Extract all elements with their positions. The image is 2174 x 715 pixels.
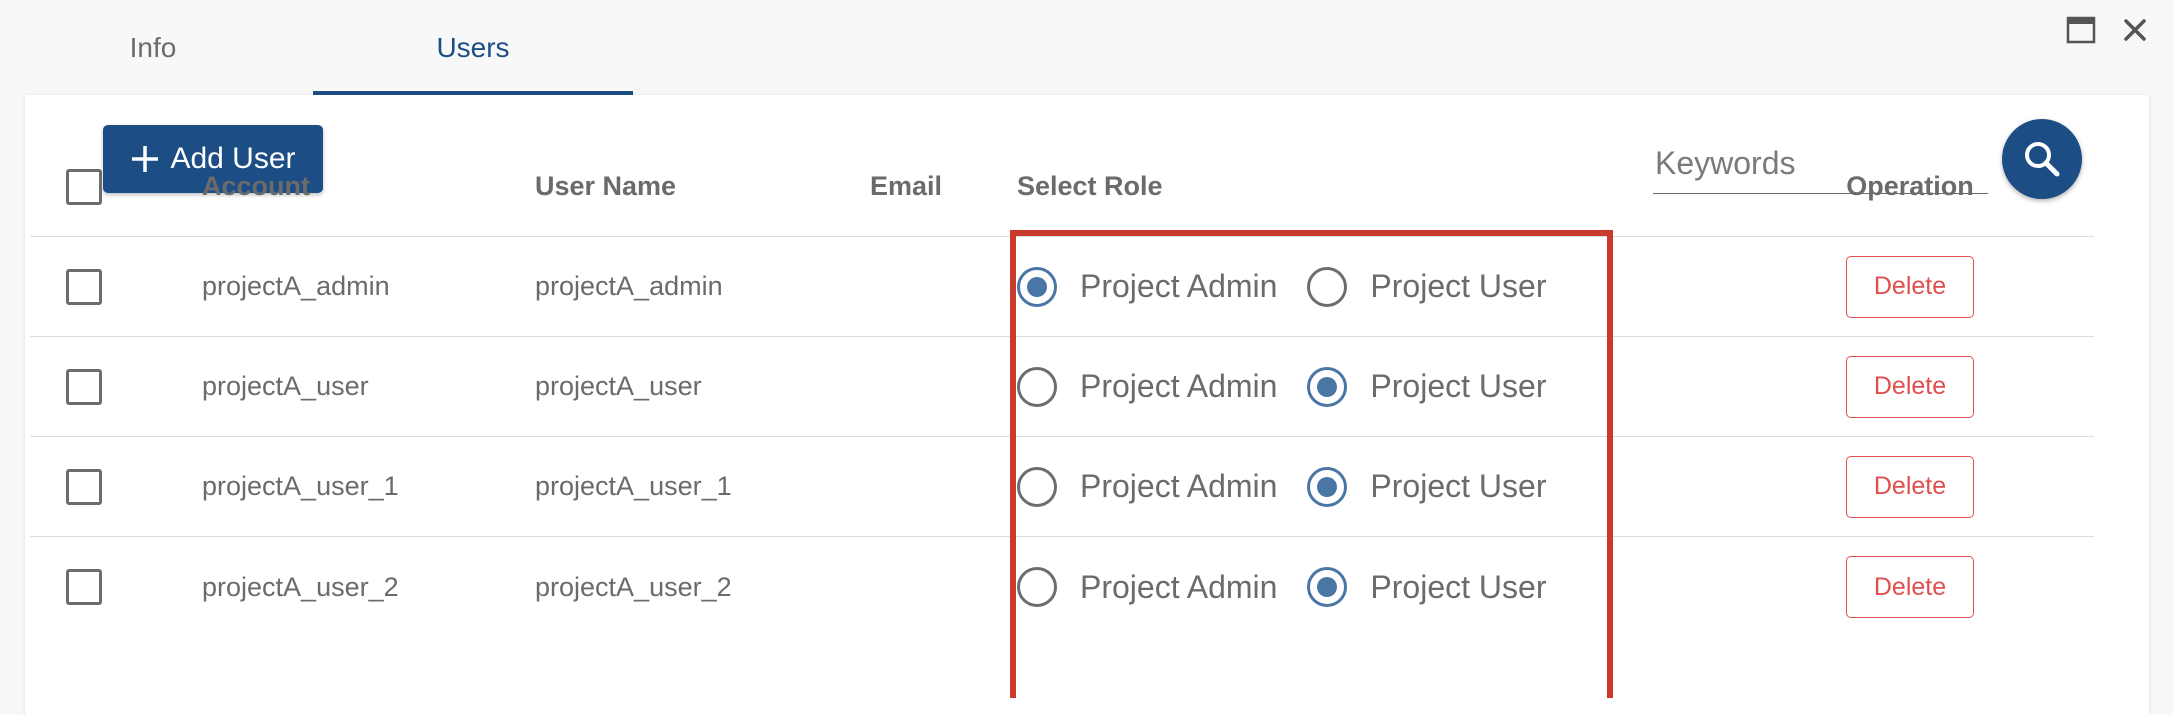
tab-users[interactable]: Users (313, 0, 633, 95)
account-cell: projectA_admin (202, 271, 390, 301)
row-checkbox[interactable] (66, 368, 102, 405)
operation-cell: Delete (1810, 237, 2010, 336)
row-checkbox-cell (66, 437, 106, 536)
header-operation: Operation (1846, 171, 1974, 201)
role-label: Project User (1370, 468, 1547, 504)
role-cell: Project Admin Project User (1017, 237, 1546, 336)
role-option-project-admin[interactable]: Project Admin (1017, 466, 1278, 507)
role-label: Project User (1370, 368, 1547, 404)
account-cell: projectA_user (202, 371, 369, 401)
table-row: projectA_user projectA_user Project Admi… (30, 337, 2094, 437)
role-option-project-user[interactable]: Project User (1307, 266, 1547, 307)
delete-button[interactable]: Delete (1846, 556, 1974, 618)
radio-checked-icon (1307, 466, 1348, 507)
role-option-project-admin[interactable]: Project Admin (1017, 366, 1278, 407)
operation-cell: Delete (1810, 337, 2010, 436)
header-checkbox-cell (66, 137, 106, 236)
header-select-role: Select Role (1017, 171, 1163, 201)
header-account: Account (202, 171, 310, 201)
row-checkbox-cell (66, 337, 106, 436)
role-label: Project User (1370, 568, 1547, 605)
role-option-project-admin[interactable]: Project Admin (1017, 266, 1278, 307)
maximize-icon[interactable] (2066, 16, 2096, 44)
user-name-cell: projectA_admin (535, 271, 723, 301)
delete-button[interactable]: Delete (1846, 455, 1974, 518)
radio-unchecked-icon (1017, 567, 1057, 607)
account-cell: projectA_user_1 (202, 471, 399, 501)
role-label: Project Admin (1080, 568, 1278, 605)
radio-checked-icon (1017, 266, 1057, 307)
user-name-cell: projectA_user (535, 371, 702, 401)
role-option-project-admin[interactable]: Project Admin (1017, 567, 1277, 607)
delete-button[interactable]: Delete (1846, 355, 1974, 418)
header-user-name: User Name (535, 171, 677, 201)
row-checkbox-cell (66, 237, 106, 336)
table-row: projectA_admin projectA_admin Project Ad… (30, 237, 2094, 337)
table-row: projectA_user_2 projectA_user_2 Project … (30, 537, 2094, 637)
tab-bar: Info Users (0, 0, 2174, 95)
role-option-project-user[interactable]: Project User (1307, 466, 1547, 507)
tab-info[interactable]: Info (33, 0, 273, 95)
radio-unchecked-icon (1017, 466, 1057, 507)
row-checkbox-cell (66, 537, 106, 637)
role-label: Project User (1370, 268, 1547, 304)
role-label: Project Admin (1080, 268, 1278, 304)
row-checkbox[interactable] (66, 268, 102, 305)
role-cell: Project Admin Project User (1017, 537, 1546, 637)
operation-cell: Delete (1810, 537, 2010, 637)
user-name-cell: projectA_user_2 (535, 571, 732, 602)
row-checkbox[interactable] (66, 569, 102, 605)
close-icon[interactable] (2122, 16, 2148, 44)
account-cell: projectA_user_2 (202, 571, 399, 602)
operation-cell: Delete (1810, 437, 2010, 536)
role-cell: Project Admin Project User (1017, 437, 1546, 536)
radio-checked-icon (1307, 366, 1348, 407)
radio-unchecked-icon (1307, 266, 1348, 307)
role-option-project-user[interactable]: Project User (1307, 567, 1546, 607)
role-cell: Project Admin Project User (1017, 337, 1546, 436)
role-option-project-user[interactable]: Project User (1307, 366, 1547, 407)
select-all-checkbox[interactable] (66, 168, 102, 205)
radio-unchecked-icon (1017, 366, 1057, 407)
row-checkbox[interactable] (66, 468, 102, 505)
role-label: Project Admin (1080, 468, 1278, 504)
role-label: Project Admin (1080, 368, 1278, 404)
header-email: Email (870, 171, 943, 201)
delete-button[interactable]: Delete (1846, 255, 1974, 318)
table-header: Account User Name Email Select Role Oper… (30, 137, 2094, 237)
users-table: Account User Name Email Select Role Oper… (30, 137, 2094, 637)
user-name-cell: projectA_user_1 (535, 471, 732, 501)
table-row: projectA_user_1 projectA_user_1 Project … (30, 437, 2094, 537)
radio-checked-icon (1307, 567, 1348, 607)
